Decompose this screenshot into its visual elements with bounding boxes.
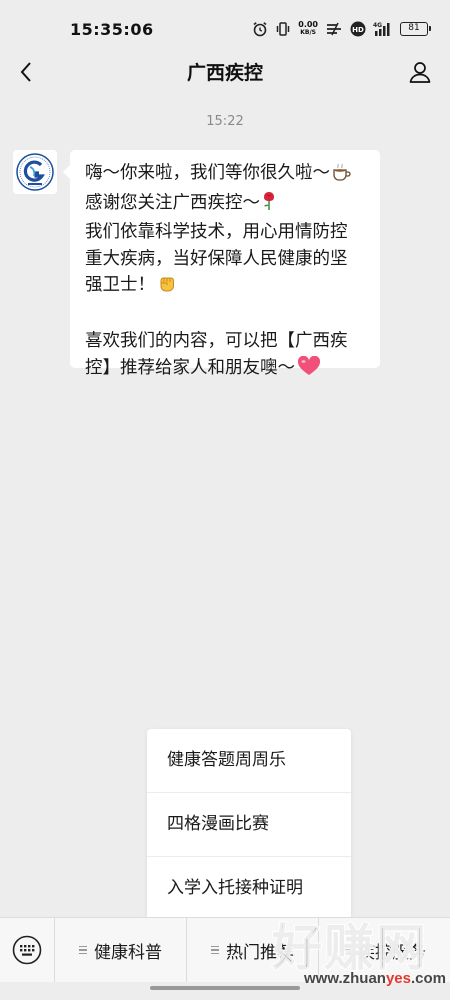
submenu-item-vaccination-certificate[interactable]: 入学入托接种证明: [147, 857, 351, 920]
message-line: 感谢您关注广西疾控～: [85, 190, 368, 220]
message-line: 喜欢我们的内容，可以把【广西疾: [85, 331, 348, 351]
bottom-menu-bar: 健康科普 热门推荐 疾控服务: [0, 917, 450, 982]
profile-button[interactable]: [404, 56, 436, 88]
menu-tab-label: 疾控服务: [358, 942, 426, 963]
home-indicator[interactable]: [150, 986, 300, 990]
net-speed: 0.00 KB/S: [298, 21, 318, 37]
submenu-popup: 健康答题周周乐 四格漫画比赛 入学入托接种证明: [147, 729, 351, 920]
coffee-emoji: [332, 163, 352, 190]
net-speed-value: 0.00: [298, 20, 318, 29]
chat-screen: 15:35:06 0.00 KB/S HD 4G 81 广西疾控 15:22 嗨…: [0, 0, 450, 1000]
hd-badge-text: HD: [352, 26, 364, 34]
menu-tab-cdc-services[interactable]: 疾控服务: [319, 918, 450, 982]
menu-tab-label: 健康科普: [94, 942, 162, 963]
heart-emoji: [297, 355, 321, 385]
keyboard-toggle-button[interactable]: [0, 918, 55, 982]
menu-tab-health-science[interactable]: 健康科普: [55, 918, 187, 982]
message-line: 控】推荐给家人和朋友噢～: [85, 355, 368, 385]
person-icon: [409, 62, 431, 83]
status-time: 15:35:06: [70, 19, 154, 39]
menu-lines-icon: [343, 945, 351, 955]
message-line: 嗨～你来啦，我们等你很久啦～: [85, 160, 368, 190]
avatar[interactable]: [13, 150, 57, 194]
menu-lines-icon: [211, 945, 219, 955]
page-title: 广西疾控: [186, 62, 263, 84]
message-line: 强卫士！: [85, 272, 368, 302]
submenu-item-comic-contest[interactable]: 四格漫画比赛: [147, 793, 351, 857]
nav-bar: 广西疾控: [0, 48, 450, 96]
net-speed-unit: KB/S: [300, 29, 316, 36]
status-icons: 0.00 KB/S HD 4G 81: [252, 21, 431, 37]
submenu-item-health-quiz[interactable]: 健康答题周周乐: [147, 729, 351, 793]
network-type: 4G: [373, 22, 382, 29]
battery-icon: 81: [400, 22, 431, 36]
message-line: 重大疾病，当好保障人民健康的坚: [85, 248, 348, 269]
alarm-icon: [252, 21, 268, 37]
menu-tab-hot-recommend[interactable]: 热门推荐: [187, 918, 319, 982]
fist-emoji: [157, 273, 177, 302]
keyboard-icon: [12, 935, 42, 965]
cdc-logo: [16, 153, 54, 191]
menu-lines-icon: [79, 945, 87, 955]
vibrate-icon: [275, 21, 291, 37]
message-line: 我们依靠科学技术，用心用情防控: [85, 222, 348, 242]
hd-icon: HD: [350, 21, 366, 37]
rose-emoji: [262, 191, 276, 220]
signal-icon: 4G: [373, 21, 393, 37]
message-timestamp: 15:22: [206, 114, 244, 129]
menu-tab-label: 热门推荐: [226, 942, 294, 963]
message-bubble[interactable]: 嗨～你来啦，我们等你很久啦～ 感谢您关注广西疾控～ 我们依靠科学技术，用心用情防…: [63, 150, 380, 378]
wifi-slash-icon: [325, 22, 343, 36]
